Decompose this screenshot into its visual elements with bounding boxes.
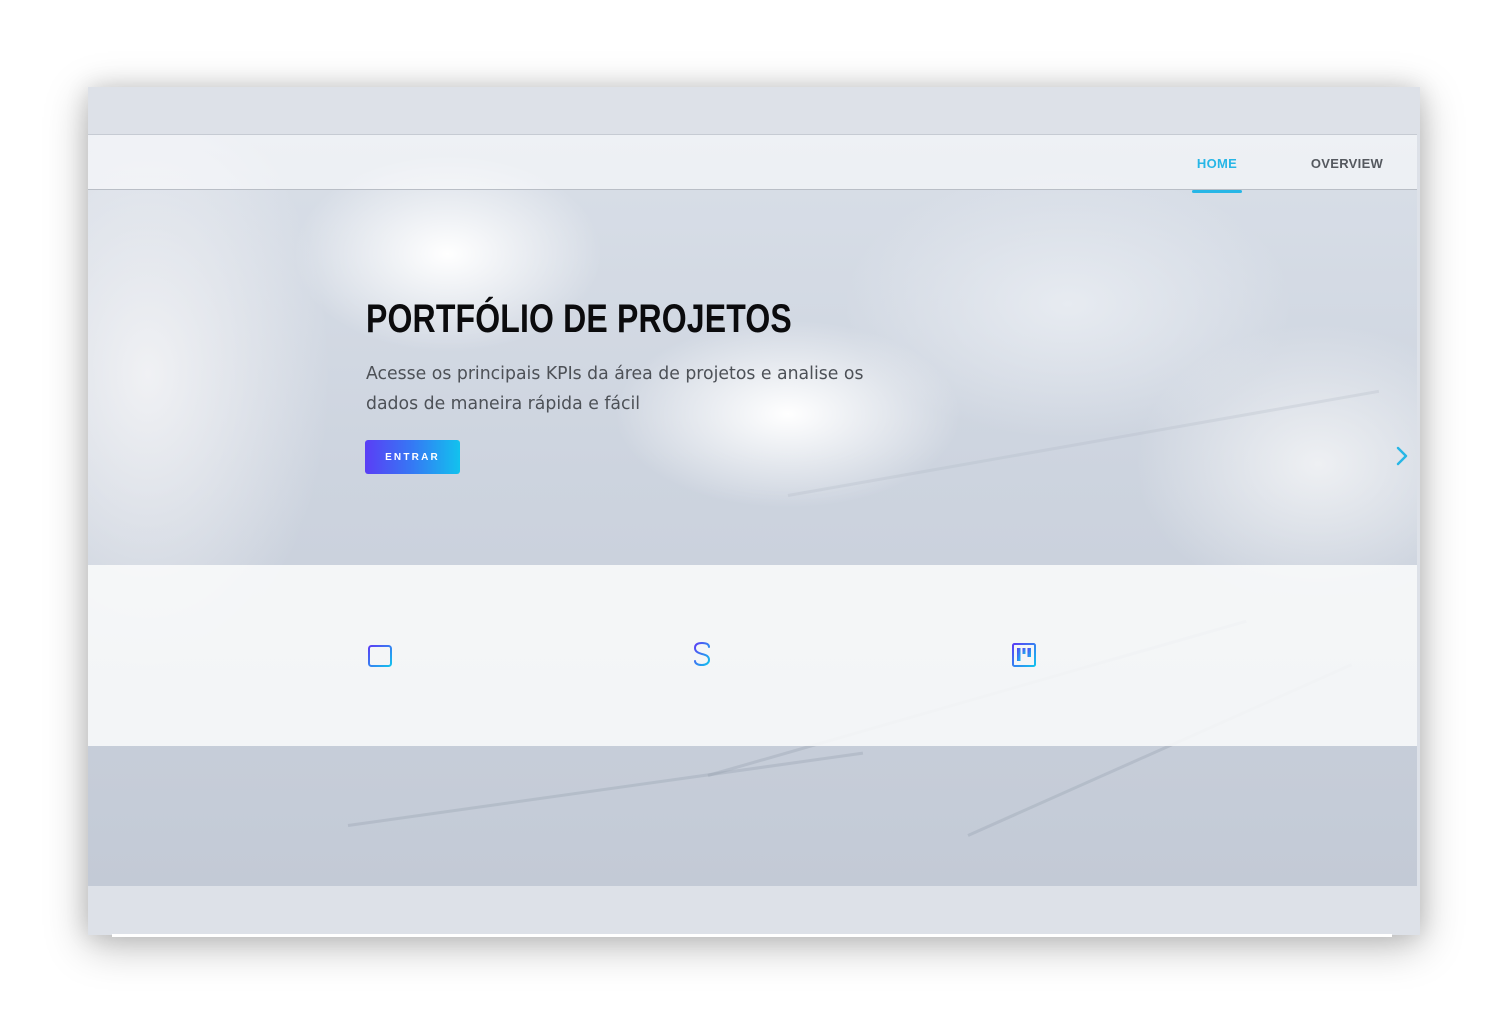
app-frame: HOME OVERVIEW PORTFÓLIO DE PROJETOS Aces… xyxy=(88,87,1420,935)
enter-button[interactable]: ENTRAR xyxy=(365,440,460,474)
hero-background-image xyxy=(88,134,1417,886)
top-navigation: HOME OVERVIEW xyxy=(88,134,1417,193)
hero-subtitle: Acesse os principais KPIs da área de pro… xyxy=(366,363,864,414)
chevron-right-icon[interactable] xyxy=(1393,445,1411,467)
nav-home[interactable]: HOME xyxy=(1192,135,1242,193)
page-title: PORTFÓLIO DE PROJETOS xyxy=(366,297,792,341)
features-band xyxy=(88,565,1417,746)
calendar-icon xyxy=(366,639,394,671)
dollar-icon xyxy=(688,639,716,671)
frame-edge xyxy=(112,934,1392,937)
kanban-board-icon xyxy=(1010,639,1038,671)
nav-overview[interactable]: OVERVIEW xyxy=(1304,135,1390,191)
